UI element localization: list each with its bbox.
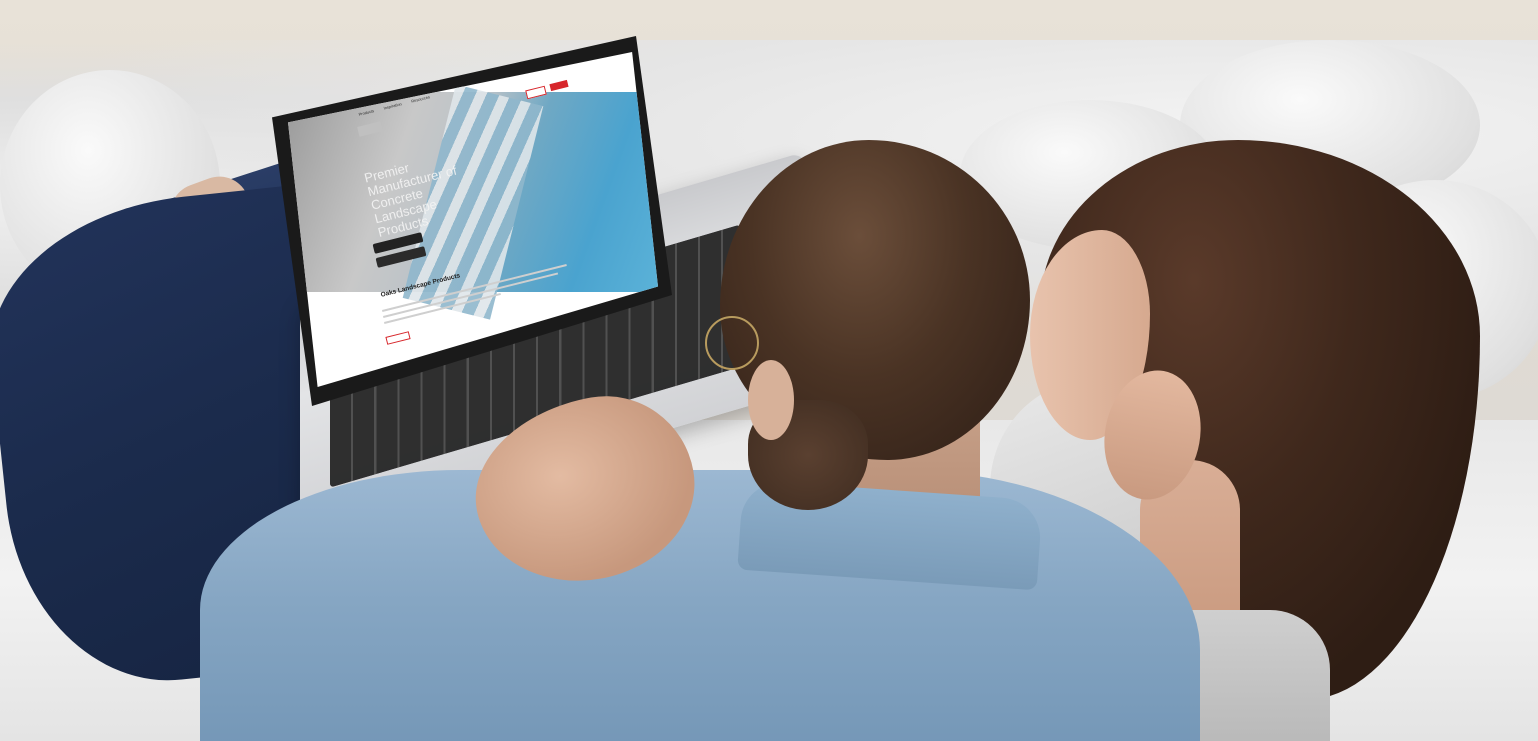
glasses	[705, 316, 759, 370]
screen-red-button	[549, 79, 569, 92]
screen-red-link	[385, 331, 411, 345]
photo-scene: Products Inspiration Resources Premier M…	[0, 0, 1538, 741]
man-ear	[748, 360, 794, 440]
man-shirt	[200, 470, 1200, 741]
